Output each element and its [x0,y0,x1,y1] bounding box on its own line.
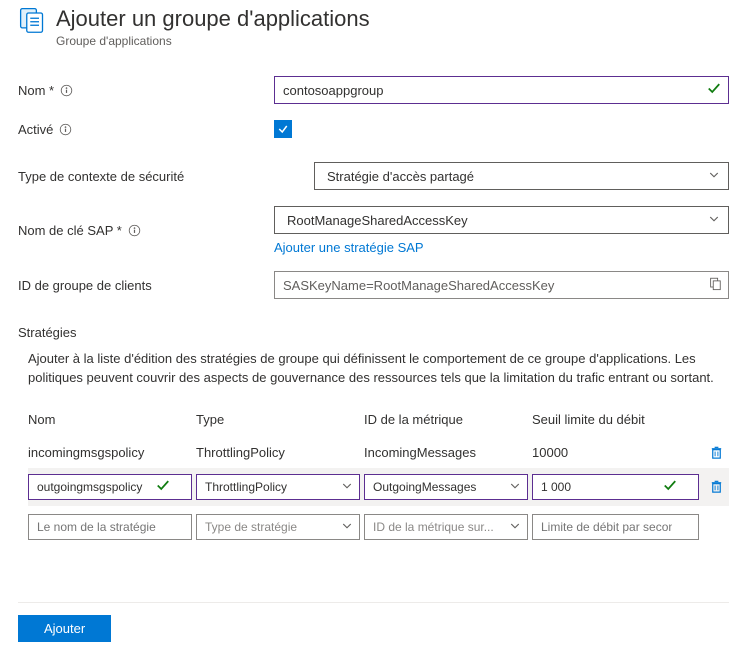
policy-row-editing: ThrottlingPolicy OutgoingMessages [28,468,729,506]
policy-metric-placeholder: ID de la métrique sur... [373,520,494,534]
chevron-down-icon [341,479,353,494]
name-label: Nom * [18,83,54,98]
col-metric: ID de la métrique [364,412,532,427]
policy-threshold-input[interactable] [532,514,699,540]
policy-metric-select[interactable]: OutgoingMessages [364,474,528,500]
info-icon[interactable] [60,84,73,97]
page-subtitle: Groupe d'applications [56,34,370,48]
policies-header: Nom Type ID de la métrique Seuil limite … [28,406,729,437]
policy-type-select[interactable]: ThrottlingPolicy [196,474,360,500]
name-input[interactable] [274,76,729,104]
policy-type-value: ThrottlingPolicy [205,480,287,494]
col-threshold: Seuil limite du débit [532,412,703,427]
context-select[interactable]: Stratégie d'accès partagé [314,162,729,190]
col-name: Nom [28,412,196,427]
policies-description: Ajouter à la liste d'édition des stratég… [28,350,729,388]
delete-policy-button[interactable] [703,479,729,494]
sas-value: RootManageSharedAccessKey [287,213,468,228]
policy-type-select[interactable]: Type de stratégie [196,514,360,540]
copy-icon[interactable] [708,277,722,294]
sas-label: Nom de clé SAP * [18,223,122,238]
app-group-icon [18,6,46,37]
policies-title: Stratégies [18,325,729,340]
group-id-field: SASKeyName=RootManageSharedAccessKey [274,271,729,299]
policy-metric-select[interactable]: ID de la métrique sur... [364,514,528,540]
policy-name: incomingmsgspolicy [28,445,196,460]
policy-row-blank: Type de stratégie ID de la métrique sur.… [28,506,729,542]
chevron-down-icon [509,519,521,534]
info-icon[interactable] [59,123,72,136]
sas-select[interactable]: RootManageSharedAccessKey [274,206,729,234]
context-label: Type de contexte de sécurité [18,169,184,184]
page-header: Ajouter un groupe d'applications Groupe … [18,6,729,48]
add-sas-link[interactable]: Ajouter une stratégie SAP [274,240,424,255]
check-icon [663,478,677,495]
group-id-value: SASKeyName=RootManageSharedAccessKey [283,278,554,293]
group-id-label: ID de groupe de clients [18,278,152,293]
policy-row: incomingmsgspolicy ThrottlingPolicy Inco… [28,437,729,468]
policy-threshold: 10000 [532,445,703,460]
enabled-checkbox[interactable] [274,120,292,138]
col-type: Type [196,412,364,427]
check-icon [707,82,721,99]
chevron-down-icon [341,519,353,534]
chevron-down-icon [708,169,720,184]
policy-type: ThrottlingPolicy [196,445,364,460]
info-icon[interactable] [128,224,141,237]
page-title: Ajouter un groupe d'applications [56,6,370,32]
chevron-down-icon [509,479,521,494]
policy-metric-value: OutgoingMessages [373,480,476,494]
submit-button[interactable]: Ajouter [18,615,111,642]
context-value: Stratégie d'accès partagé [327,169,474,184]
delete-policy-button[interactable] [703,445,729,460]
policy-metric: IncomingMessages [364,445,532,460]
chevron-down-icon [708,213,720,228]
check-icon [156,478,170,495]
enabled-label: Activé [18,122,53,137]
policy-type-placeholder: Type de stratégie [205,520,297,534]
policy-name-input[interactable] [28,514,192,540]
